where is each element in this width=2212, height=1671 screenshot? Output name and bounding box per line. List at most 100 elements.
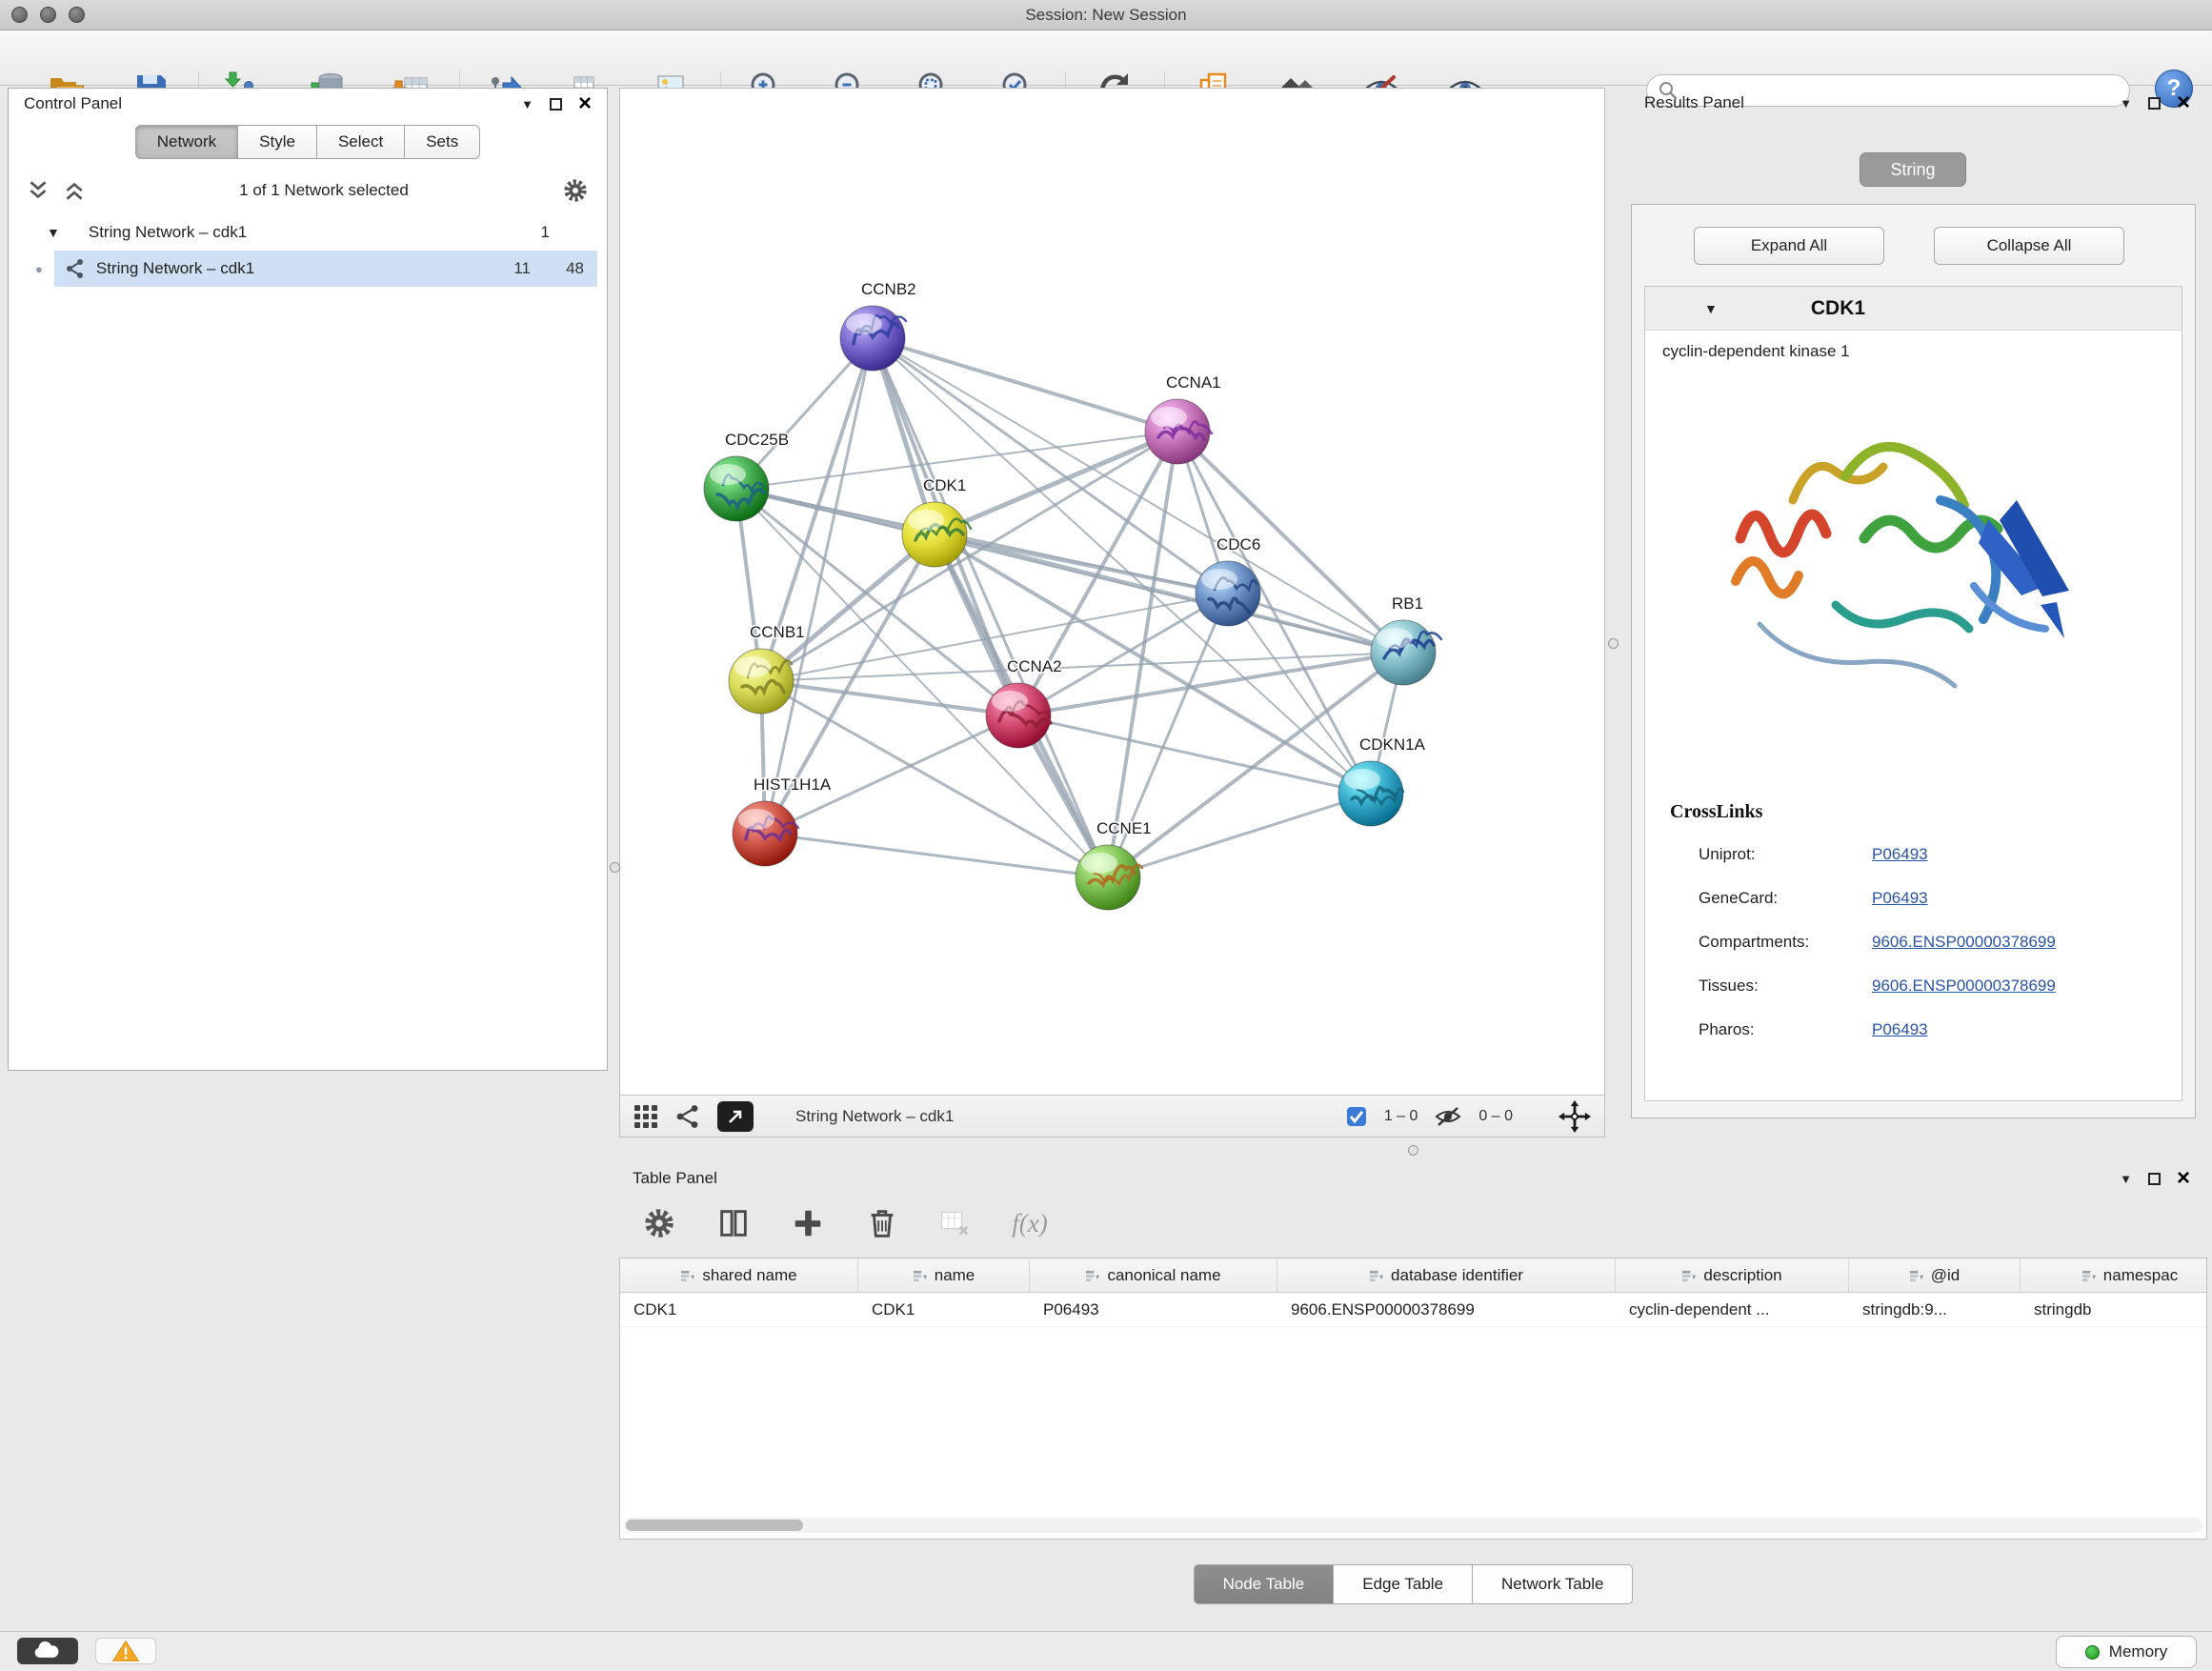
column-type-icon [1085,1269,1099,1283]
open-in-new-button[interactable] [717,1101,754,1132]
hidden-node-edge-counts: 0 – 0 [1478,1108,1513,1125]
network-edge[interactable] [935,534,1228,594]
node-label-cdk1: CDK1 [923,476,966,494]
table-cell[interactable]: CDK1 [620,1293,858,1327]
network-canvas[interactable]: CCNB2CCNA1CDC25BCDK1CDC6RB1CCNB1CCNA2CDK… [620,89,1604,1095]
tab-node-table[interactable]: Node Table [1194,1564,1335,1604]
crosslink-link[interactable]: 9606.ENSP00000378699 [1872,933,2056,952]
splitter-handle[interactable] [1608,638,1619,649]
expand-all-icon[interactable] [26,178,50,203]
crosslink-link[interactable]: P06493 [1872,845,1928,864]
memory-button[interactable]: Memory [2056,1636,2197,1668]
tab-network[interactable]: Network [135,125,238,159]
protein-structure-image [1702,386,2102,748]
table-cell[interactable]: 9606.ENSP00000378699 [1277,1293,1616,1327]
warnings-button[interactable] [95,1638,156,1664]
network-view-title: String Network – cdk1 [795,1107,1329,1126]
crosslink-link[interactable]: P06493 [1872,889,1928,908]
network-edge[interactable] [761,534,935,681]
status-bar [0,1631,2212,1671]
expand-all-button[interactable]: Expand All [1694,227,1884,265]
table-row[interactable]: CDK1CDK1P064939606.ENSP00000378699cyclin… [620,1293,2207,1327]
tab-network-table[interactable]: Network Table [1473,1564,1633,1604]
selected-node-edge-counts: 1 – 0 [1384,1108,1418,1125]
cloud-button[interactable] [17,1638,78,1664]
title-bar: Session: New Session [0,0,2212,30]
panel-float-icon[interactable] [2148,1173,2161,1185]
tab-sets[interactable]: Sets [405,125,480,159]
collapse-all-button[interactable]: Collapse All [1934,227,2124,265]
table-settings-button[interactable] [636,1202,682,1244]
crosslink-link[interactable]: P06493 [1872,1020,1928,1039]
node-label-ccnb1: CCNB1 [750,623,805,641]
table-cell[interactable]: CDK1 [858,1293,1030,1327]
node-label-hist1h1a: HIST1H1A [754,775,832,794]
tab-style[interactable]: Style [238,125,317,159]
network-collection-row[interactable]: ▼ String Network – cdk1 1 [9,216,607,249]
hidden-eye-icon[interactable] [1435,1106,1461,1127]
splitter-handle[interactable] [610,862,620,873]
scrollbar-thumb[interactable] [626,1520,803,1531]
main-toolbar: ? [0,30,2212,86]
string-tab[interactable]: String [1860,152,1966,187]
network-edge[interactable] [765,834,1108,877]
disclosure-caret-icon[interactable]: ▼ [47,225,60,240]
column-header-label: description [1703,1266,1781,1285]
network-edge[interactable] [761,681,1018,715]
column-header-name[interactable]: name [858,1258,1030,1293]
network-edge[interactable] [873,338,1403,653]
panel-float-icon[interactable] [2148,97,2161,110]
node-label-cdc25b: CDC25B [725,431,789,449]
panel-menu-icon[interactable]: ▼ [521,98,533,111]
column-header-namespac[interactable]: namespac [2021,1258,2207,1293]
column-header-description[interactable]: description [1616,1258,1849,1293]
table-cell[interactable]: stringdb [2021,1293,2207,1327]
network-edge[interactable] [765,715,1018,834]
gene-header-row[interactable]: ▼ CDK1 [1645,287,2182,331]
function-builder-button[interactable]: f(x) [996,1202,1063,1244]
network-collection-label: String Network – cdk1 [89,223,513,242]
edge-count: 48 [540,259,584,278]
gear-icon[interactable] [561,176,590,205]
table-cell[interactable]: P06493 [1030,1293,1277,1327]
selected-checkbox-icon[interactable] [1346,1106,1367,1127]
grid-icon[interactable] [633,1104,658,1129]
horizontal-scrollbar[interactable] [624,1518,2202,1533]
warning-icon [111,1639,140,1663]
show-columns-button[interactable] [711,1202,756,1244]
network-graph: CCNB2CCNA1CDC25BCDK1CDC6RB1CCNB1CCNA2CDK… [620,89,1604,1095]
panel-float-icon[interactable] [550,98,562,111]
network-row[interactable]: ● String Network – cdk1 11 48 [9,251,607,287]
splitter-handle[interactable] [1408,1145,1418,1156]
panel-close-icon[interactable]: × [2177,96,2190,110]
column-header-canonical-name[interactable]: canonical name [1030,1258,1277,1293]
crosslink-row: GeneCard: P06493 [1645,879,2182,917]
table-cell[interactable]: cyclin-dependent ... [1616,1293,1849,1327]
column-header-shared-name[interactable]: shared name [620,1258,858,1293]
crosslink-label: Pharos: [1699,1020,1872,1039]
crosslink-row: Compartments: 9606.ENSP00000378699 [1645,923,2182,961]
column-header-database-identifier[interactable]: database identifier [1277,1258,1616,1293]
current-network-bullet-icon: ● [35,262,43,276]
share-network-ic on[interactable] [675,1104,700,1129]
disclosure-caret-icon[interactable]: ▼ [1704,301,1718,316]
panel-close-icon[interactable]: × [2177,1172,2190,1185]
table-cell[interactable]: stringdb:9... [1849,1293,2021,1327]
network-edge[interactable] [873,338,1177,432]
tab-select[interactable]: Select [317,125,405,159]
collapse-all-icon[interactable] [62,178,87,203]
panel-close-icon[interactable]: × [578,97,592,111]
crosshair-icon[interactable] [1558,1100,1591,1133]
tab-edge-table[interactable]: Edge Table [1334,1564,1473,1604]
network-edge[interactable] [873,338,1108,877]
table-panel-title: Table Panel [633,1169,717,1188]
add-column-button[interactable] [785,1202,831,1244]
delete-column-button[interactable] [859,1202,905,1244]
table-header-row: shared namenamecanonical namedatabase id… [620,1258,2207,1293]
panel-menu-icon[interactable]: ▼ [2120,1173,2132,1185]
network-edge[interactable] [1018,715,1371,794]
panel-menu-icon[interactable]: ▼ [2120,97,2132,110]
crosslink-link[interactable]: 9606.ENSP00000378699 [1872,976,2056,996]
column-header--id[interactable]: @id [1849,1258,2021,1293]
delete-table-button[interactable] [932,1202,977,1244]
